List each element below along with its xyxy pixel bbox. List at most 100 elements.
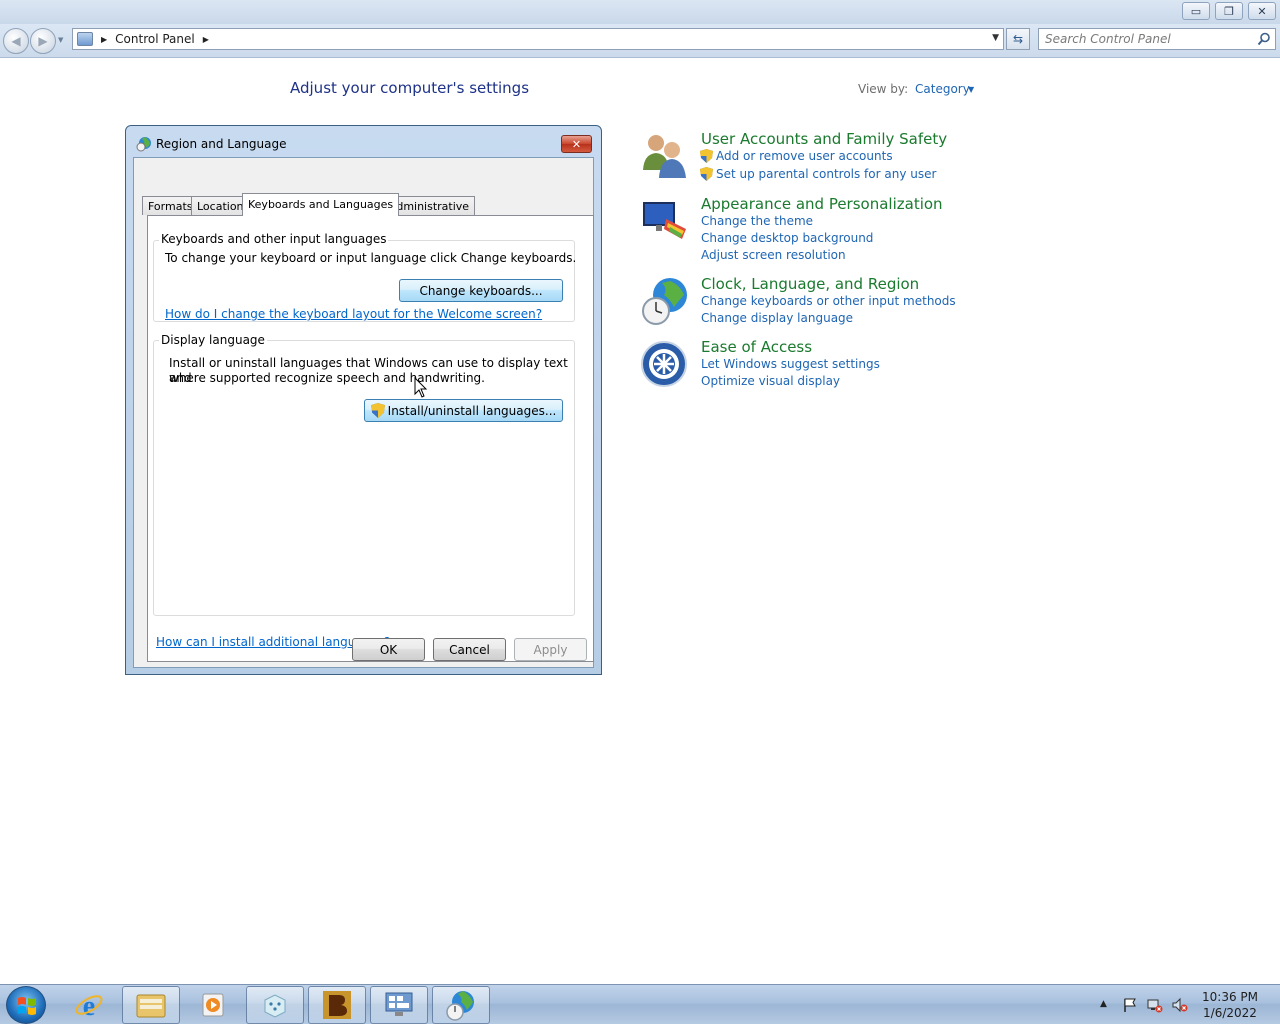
page-title: Adjust your computer's settings bbox=[290, 79, 530, 97]
show-hidden-icons[interactable]: ▲ bbox=[1100, 999, 1116, 1015]
back-arrow-icon: ◀ bbox=[11, 34, 21, 48]
start-button[interactable] bbox=[6, 986, 46, 1024]
search-box[interactable] bbox=[1038, 28, 1276, 50]
welcome-screen-keyboard-link[interactable]: How do I change the keyboard layout for … bbox=[165, 307, 542, 321]
uac-shield-icon bbox=[700, 149, 713, 163]
close-icon: ✕ bbox=[571, 137, 582, 151]
link-label[interactable]: Set up parental controls for any user bbox=[716, 167, 936, 181]
category-user-accounts: User Accounts and Family Safety Add or r… bbox=[640, 130, 1000, 186]
taskbar-game[interactable] bbox=[246, 986, 304, 1024]
action-center-flag-icon[interactable] bbox=[1122, 997, 1138, 1013]
windows-logo-icon bbox=[18, 997, 36, 1015]
address-bar[interactable]: ▶ Control Panel ▶ ▼ bbox=[72, 28, 1004, 50]
breadcrumb-arrow-icon[interactable]: ▶ bbox=[101, 35, 107, 44]
button-label: Change keyboards... bbox=[419, 283, 543, 298]
link-optimize-visual-display[interactable]: Optimize visual display bbox=[701, 374, 840, 388]
region-language-dialog: Region and Language ✕ Formats Location K… bbox=[125, 125, 602, 675]
uac-shield-icon bbox=[370, 403, 385, 418]
address-dropdown-icon[interactable]: ▼ bbox=[992, 33, 999, 43]
link-label[interactable]: Add or remove user accounts bbox=[716, 149, 893, 163]
clock-time: 10:36 PM bbox=[1202, 990, 1258, 1004]
install-uninstall-languages-button[interactable]: Install/uninstall languages... bbox=[364, 399, 563, 422]
ok-button[interactable]: OK bbox=[352, 638, 425, 661]
media-player-icon bbox=[202, 993, 224, 1017]
chevron-down-icon[interactable]: ▼ bbox=[968, 85, 974, 94]
navigation-bar: ◀ ▶ ▼ ▶ Control Panel ▶ ▼ ⇆ bbox=[0, 24, 1280, 58]
link-adjust-screen-resolution[interactable]: Adjust screen resolution bbox=[701, 248, 846, 262]
category-title-ease-of-access[interactable]: Ease of Access bbox=[701, 338, 812, 356]
breadcrumb-arrow-icon[interactable]: ▶ bbox=[203, 35, 209, 44]
dialog-body: Formats Location Keyboards and Languages… bbox=[133, 157, 594, 668]
internet-explorer-icon: e bbox=[75, 991, 103, 1020]
back-button[interactable]: ◀ bbox=[3, 28, 29, 54]
folder-icon bbox=[136, 994, 166, 1018]
volume-muted-icon[interactable] bbox=[1172, 997, 1188, 1013]
network-icon[interactable] bbox=[1147, 997, 1163, 1013]
appearance-icon[interactable] bbox=[640, 195, 690, 245]
display-language-group-label: Display language bbox=[159, 333, 267, 347]
dice-game-icon bbox=[264, 994, 286, 1018]
window-title-bar: ▭ ❐ ✕ bbox=[0, 0, 1280, 24]
clock-date: 1/6/2022 bbox=[1203, 1006, 1257, 1020]
refresh-button[interactable]: ⇆ bbox=[1006, 28, 1030, 50]
close-icon: ✕ bbox=[1257, 4, 1267, 18]
refresh-icon: ⇆ bbox=[1012, 32, 1024, 46]
button-label: OK bbox=[379, 642, 398, 657]
uac-shield-icon bbox=[700, 167, 713, 181]
taskbar-clock[interactable]: 10:36 PM 1/6/2022 bbox=[1198, 989, 1262, 1021]
link-change-keyboards[interactable]: Change keyboards or other input methods bbox=[701, 294, 956, 308]
link-add-remove-user-accounts[interactable]: Add or remove user accounts bbox=[700, 149, 893, 163]
mouse-cursor-icon bbox=[414, 377, 428, 398]
category-appearance: Appearance and Personalization Change th… bbox=[640, 195, 1000, 265]
category-clock-language-region: Clock, Language, and Region Change keybo… bbox=[640, 275, 1000, 331]
taskbar-app[interactable] bbox=[308, 986, 366, 1024]
forward-button[interactable]: ▶ bbox=[30, 28, 56, 54]
restore-button[interactable]: ❐ bbox=[1215, 2, 1243, 20]
restore-icon: ❐ bbox=[1224, 4, 1234, 18]
user-accounts-icon[interactable] bbox=[640, 130, 690, 180]
button-label: Apply bbox=[533, 642, 568, 657]
breadcrumb-control-panel[interactable]: Control Panel bbox=[115, 32, 195, 46]
svg-text:e: e bbox=[83, 991, 95, 1020]
region-globe-icon bbox=[446, 991, 474, 1021]
taskbar-region-language[interactable] bbox=[432, 986, 490, 1024]
link-let-windows-suggest-settings[interactable]: Let Windows suggest settings bbox=[701, 357, 880, 371]
view-by-dropdown[interactable]: Category bbox=[915, 82, 970, 96]
taskbar-media-player[interactable] bbox=[184, 986, 242, 1024]
taskbar-control-panel[interactable] bbox=[370, 986, 428, 1024]
tab-keyboards-and-languages[interactable]: Keyboards and Languages bbox=[242, 193, 400, 216]
forward-arrow-icon: ▶ bbox=[38, 34, 48, 48]
cancel-button[interactable]: Cancel bbox=[433, 638, 506, 661]
display-language-description-line2: where supported recognize speech and han… bbox=[169, 371, 485, 385]
minimize-icon: ▭ bbox=[1190, 4, 1202, 18]
link-parental-controls[interactable]: Set up parental controls for any user bbox=[700, 167, 936, 181]
link-change-desktop-background[interactable]: Change desktop background bbox=[701, 231, 873, 245]
apply-button[interactable]: Apply bbox=[514, 638, 587, 661]
category-title-clock-language-region[interactable]: Clock, Language, and Region bbox=[701, 275, 919, 293]
taskbar-internet-explorer[interactable]: e bbox=[60, 986, 118, 1024]
category-title-appearance[interactable]: Appearance and Personalization bbox=[701, 195, 943, 213]
category-ease-of-access: Ease of Access Let Windows suggest setti… bbox=[640, 338, 1000, 394]
keyboards-group-label: Keyboards and other input languages bbox=[159, 232, 389, 246]
search-input[interactable] bbox=[1045, 32, 1245, 46]
button-label: Cancel bbox=[449, 642, 490, 657]
category-title-user-accounts[interactable]: User Accounts and Family Safety bbox=[701, 130, 947, 148]
clock-globe-icon[interactable] bbox=[640, 275, 690, 325]
close-window-button[interactable]: ✕ bbox=[1248, 2, 1276, 20]
change-keyboards-button[interactable]: Change keyboards... bbox=[399, 279, 563, 302]
search-icon[interactable] bbox=[1257, 32, 1271, 46]
region-globe-icon bbox=[136, 137, 151, 152]
view-by-label: View by: bbox=[858, 82, 909, 96]
control-panel-icon bbox=[77, 32, 93, 46]
tab-location[interactable]: Location bbox=[191, 196, 250, 215]
taskbar-windows-explorer[interactable] bbox=[122, 986, 180, 1024]
dialog-title: Region and Language bbox=[156, 137, 287, 151]
minimize-button[interactable]: ▭ bbox=[1182, 2, 1210, 20]
ease-of-access-icon[interactable] bbox=[640, 338, 690, 388]
link-change-display-language[interactable]: Change display language bbox=[701, 311, 853, 325]
dialog-close-button[interactable]: ✕ bbox=[561, 135, 592, 153]
control-panel-icon bbox=[385, 992, 413, 1016]
recent-pages-dropdown-icon[interactable]: ▼ bbox=[58, 36, 63, 44]
keyboards-description: To change your keyboard or input languag… bbox=[165, 251, 577, 265]
link-change-theme[interactable]: Change the theme bbox=[701, 214, 813, 228]
